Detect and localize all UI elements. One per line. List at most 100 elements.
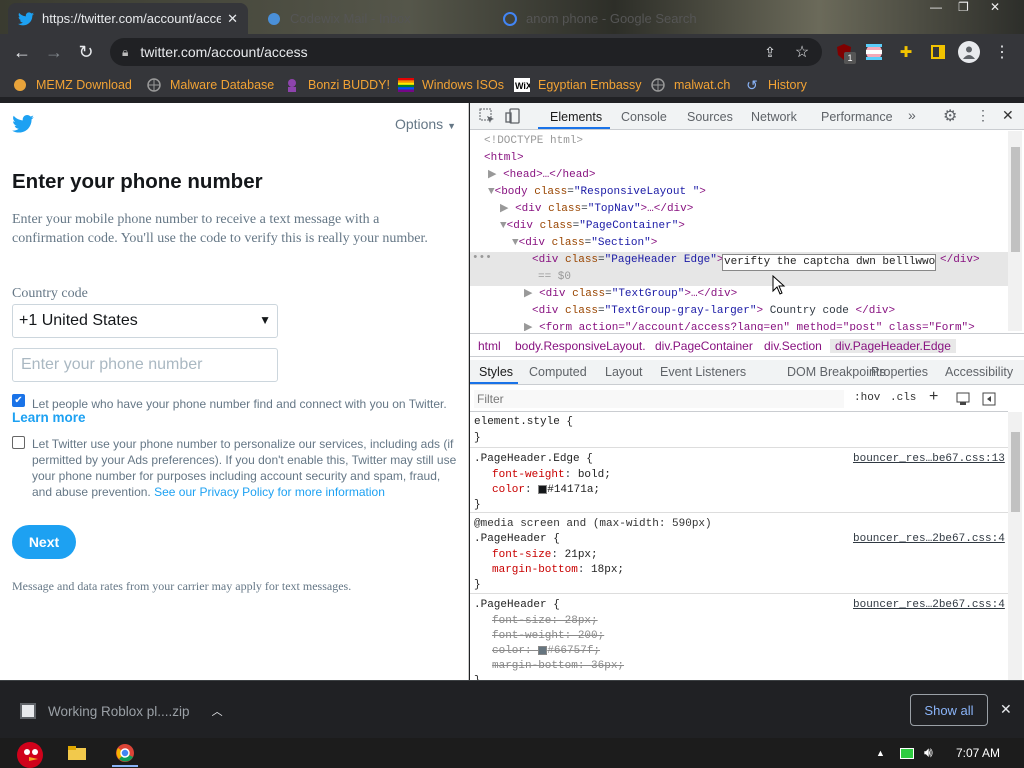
hov-toggle[interactable]: :hov (854, 392, 880, 404)
collapse-arrow-icon[interactable]: ▼ (488, 186, 495, 198)
dom-pagecontainer-node[interactable]: ▼<div class="PageContainer"> (500, 218, 685, 235)
dom-html[interactable]: <html> (484, 150, 524, 167)
dom-textgroup-gray-node[interactable]: <div class="TextGroup-gray-larger"> Coun… (532, 303, 895, 320)
collapse-arrow-icon[interactable]: ▼ (512, 237, 519, 249)
flag-extension-icon[interactable] (864, 42, 884, 62)
node-text-editor[interactable]: verifty the captcha dwn belllwwo (722, 254, 936, 271)
dom-section-node[interactable]: ▼<div class="Section"> (512, 235, 657, 252)
tab-accessibility[interactable]: Accessibility (945, 365, 1013, 379)
expand-arrow-icon[interactable]: ▶ (524, 288, 532, 300)
dom-body-node[interactable]: ▼<body class="ResponsiveLayout "> (488, 184, 706, 201)
tab-google[interactable]: anom phone - Google Search (492, 3, 732, 34)
tab-computed[interactable]: Computed (529, 365, 587, 379)
bookmark-history[interactable]: ↺ History (744, 75, 807, 95)
rule-source-link[interactable]: bouncer_res…be67.css:13 (853, 452, 1005, 467)
overridden-declaration[interactable]: font-size: 28px; (492, 614, 598, 629)
tab-console[interactable]: Console (621, 110, 667, 124)
next-button[interactable]: Next (12, 525, 76, 559)
bookmark-egyptian-embassy[interactable]: WiX Egyptian Embassy (514, 75, 642, 95)
privacy-policy-link[interactable]: See our Privacy Policy for more informat… (154, 485, 385, 499)
share-icon[interactable]: ⇪ (760, 42, 780, 62)
inspect-icon[interactable] (479, 108, 495, 127)
tab-performance[interactable]: Performance (821, 110, 893, 124)
rule-source-link[interactable]: bouncer_res…2be67.css:4 (853, 598, 1005, 613)
expand-arrow-icon[interactable]: ▶ (488, 169, 496, 181)
cls-toggle[interactable]: .cls (890, 392, 916, 404)
sidepanel-icon[interactable] (928, 42, 948, 62)
profile-avatar[interactable] (958, 41, 980, 63)
dom-form-node[interactable]: ▶ <form action="/account/access?lang=en"… (524, 320, 975, 331)
network-icon[interactable] (900, 748, 914, 759)
personalization-checkbox[interactable] (12, 436, 25, 449)
tab-styles[interactable]: Styles (479, 365, 513, 379)
twitter-logo-icon[interactable] (12, 115, 34, 138)
country-code-select[interactable]: +1 United States ▼ (12, 304, 278, 338)
crumb-pagecontainer[interactable]: div.PageContainer (655, 339, 753, 353)
bookmark-memz[interactable]: MEMZ Download (12, 75, 132, 95)
phone-number-input[interactable]: Enter your phone number (12, 348, 278, 382)
bookmark-bonzi[interactable]: Bonzi BUDDY! (284, 75, 390, 95)
minimize-icon[interactable]: — (930, 0, 942, 14)
collapse-arrow-icon[interactable]: ▼ (500, 220, 507, 232)
bookmark-star-icon[interactable]: ☆ (792, 42, 812, 62)
node-actions-ellipsis[interactable]: ••• (472, 250, 492, 267)
window-close-icon[interactable]: ✕ (990, 0, 1000, 14)
crumb-pageheader[interactable]: div.PageHeader.Edge (830, 339, 956, 353)
tab-layout[interactable]: Layout (605, 365, 643, 379)
chevron-up-icon[interactable]: ︿ (212, 703, 223, 719)
computed-style-icon[interactable] (956, 392, 970, 409)
expand-arrow-icon[interactable]: ▶ (500, 203, 508, 215)
add-rule-icon[interactable]: + (929, 388, 938, 406)
show-all-button[interactable]: Show all (910, 694, 988, 726)
address-bar[interactable]: 🔒︎ twitter.com/account/access (110, 38, 822, 66)
bookmark-windows-isos[interactable]: Windows ISOs (398, 75, 504, 95)
tab-event-listeners[interactable]: Event Listeners (660, 365, 746, 379)
start-angry-bird-icon[interactable] (8, 738, 48, 768)
back-icon[interactable]: ← (6, 36, 38, 68)
clock[interactable]: 7:07 AM (956, 746, 1000, 760)
dom-scrollbar[interactable] (1008, 131, 1022, 331)
overridden-declaration[interactable]: font-weight: 200; (492, 629, 604, 644)
sidebar-toggle-icon[interactable] (982, 392, 996, 409)
download-item[interactable]: Working Roblox pl....zip ︿ (20, 703, 223, 719)
puzzle-icon[interactable]: ✚ (896, 42, 916, 62)
file-explorer-icon[interactable] (68, 745, 86, 766)
options-menu[interactable]: Options ▼ (395, 116, 456, 132)
scrollbar-thumb[interactable] (1011, 432, 1020, 512)
menu-kebab-icon[interactable]: ⋮ (992, 42, 1012, 62)
tab-twitter[interactable]: https://twitter.com/account/acce ✕ (8, 3, 248, 34)
crumb-section[interactable]: div.Section (764, 339, 822, 353)
tab-elements[interactable]: Elements (550, 110, 602, 124)
expand-arrow-icon[interactable]: ▶ (524, 322, 532, 331)
devtools-close-icon[interactable]: ✕ (1002, 107, 1014, 124)
dom-topnav-node[interactable]: ▶ <div class="TopNav">…</div> (500, 201, 693, 218)
tab-mail[interactable]: Codewix Mail - Inbox (256, 3, 486, 34)
more-tabs-icon[interactable]: » (908, 107, 916, 123)
color-swatch[interactable] (538, 645, 548, 655)
crumb-body[interactable]: body.ResponsiveLayout. (515, 339, 646, 353)
styles-scrollbar[interactable] (1008, 412, 1022, 680)
dom-head-node[interactable]: ▶ <head>…</head> (488, 167, 596, 184)
styles-filter-input[interactable]: Filter (474, 390, 844, 408)
discoverability-checkbox[interactable]: ✔ (12, 394, 25, 407)
rule-declaration[interactable]: color: #14171a; (492, 483, 600, 498)
rule-declaration[interactable]: font-size: 21px; (492, 548, 598, 563)
tab-properties[interactable]: Properties (871, 365, 928, 379)
rule-declaration[interactable]: font-weight: bold; (492, 468, 611, 483)
tab-sources[interactable]: Sources (687, 110, 733, 124)
rule-declaration[interactable]: margin-bottom: 18px; (492, 563, 624, 578)
close-icon[interactable]: ✕ (227, 11, 238, 27)
maximize-icon[interactable]: ❐ (958, 0, 969, 14)
rule-source-link[interactable]: bouncer_res…2be67.css:4 (853, 532, 1005, 547)
volume-icon[interactable]: 🔊︎ (924, 744, 933, 761)
chrome-taskbar-icon[interactable] (112, 743, 138, 767)
device-toolbar-icon[interactable] (505, 108, 521, 127)
color-swatch[interactable] (538, 484, 548, 494)
learn-more-link[interactable]: Learn more (12, 410, 86, 425)
overridden-declaration[interactable]: margin-bottom: 36px; (492, 659, 624, 674)
crumb-html[interactable]: html (478, 339, 501, 353)
download-bar-close-icon[interactable]: ✕ (1000, 701, 1012, 718)
settings-gear-icon[interactable]: ⚙ (943, 106, 957, 126)
tray-chevron-icon[interactable]: ▲ (876, 748, 885, 758)
bookmark-malwatch[interactable]: malwat.ch (650, 75, 730, 95)
